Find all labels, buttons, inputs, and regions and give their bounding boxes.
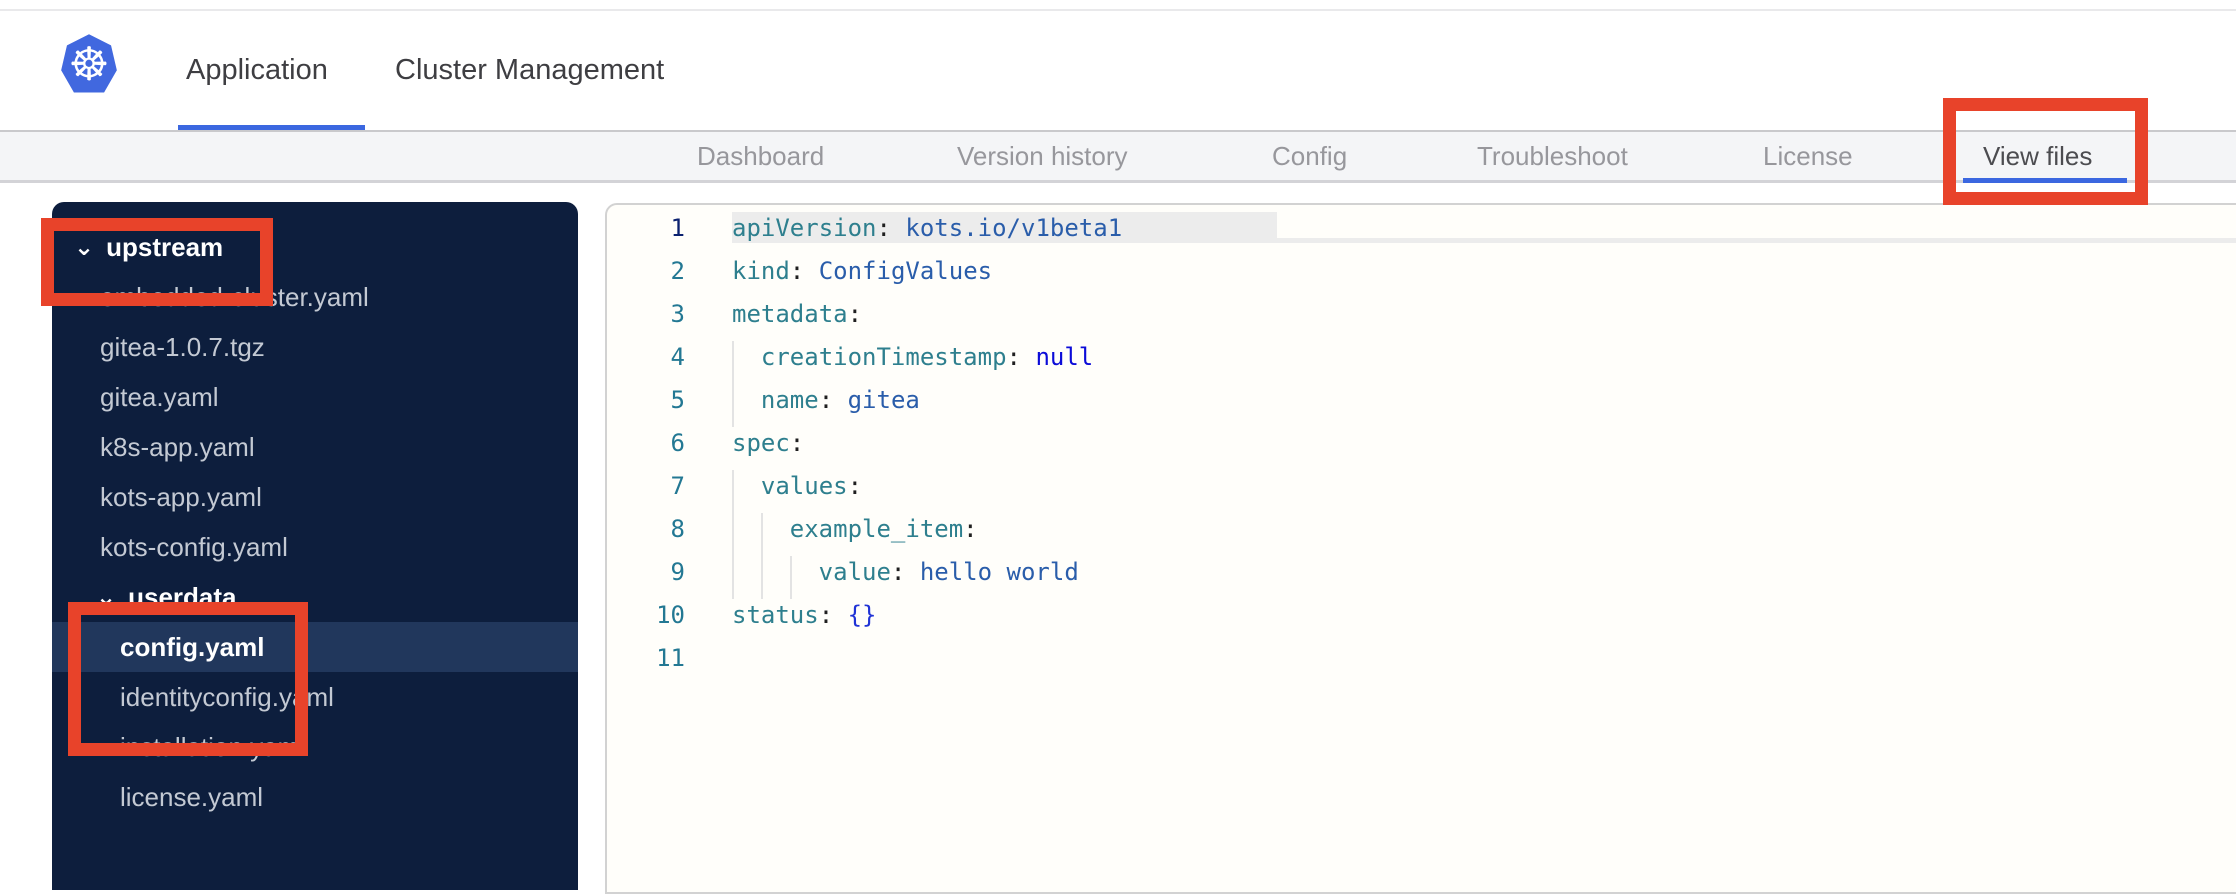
kubernetes-logo: ☸	[61, 34, 117, 93]
code-line-10[interactable]: 10 status: {}	[607, 599, 2236, 642]
line-number: 10	[656, 601, 685, 629]
header-tab-application[interactable]: Application	[178, 11, 365, 130]
file-label: gitea-1.0.7.tgz	[100, 331, 265, 362]
yaml-editor[interactable]: 1 apiVersion: kots.io/v1beta1 2 kind: Confi…	[605, 203, 2236, 894]
code-text: values:	[732, 470, 862, 513]
line-number: 4	[670, 343, 685, 371]
code-line-6[interactable]: 6 spec:	[607, 427, 2236, 470]
indent-guide	[760, 513, 790, 556]
line-number: 1	[670, 214, 685, 242]
app-header: ☸ Application Cluster Management	[0, 11, 2236, 132]
subnav-tab-license[interactable]: License	[1763, 132, 1853, 180]
code-text: spec:	[732, 429, 805, 457]
line-number: 11	[656, 644, 685, 672]
indent-guide	[732, 384, 761, 427]
line-number: 3	[670, 300, 685, 328]
code-line-9[interactable]: 9 value: hello world	[607, 556, 2236, 599]
tree-item-embedded-cluster.yaml[interactable]: embedded-cluster.yaml	[52, 272, 578, 322]
kubernetes-wheel-icon: ☸	[68, 37, 110, 91]
code-line-8[interactable]: 8 example_item:	[607, 513, 2236, 556]
line-number: 5	[670, 386, 685, 414]
chevron-down-icon: ⌄	[74, 233, 95, 261]
subnav-tab-troubleshoot[interactable]: Troubleshoot	[1477, 132, 1628, 180]
subnav-tab-config[interactable]: Config	[1272, 132, 1347, 180]
tree-item-upstream[interactable]: ⌄ upstream	[52, 222, 578, 272]
file-label: identityconfig.yaml	[120, 681, 334, 712]
tree-item-gitea.yaml[interactable]: gitea.yaml	[52, 372, 578, 422]
folder-label: userdata	[128, 581, 237, 612]
indent-guide	[760, 556, 790, 599]
line-number: 6	[670, 429, 685, 457]
tree-item-kots-config.yaml[interactable]: kots-config.yaml	[52, 522, 578, 572]
line-number: 8	[670, 515, 685, 543]
tree-item-identityconfig.yaml[interactable]: identityconfig.yaml	[52, 672, 578, 722]
line-number: 7	[670, 472, 685, 500]
file-label: config.yaml	[120, 631, 265, 662]
file-label: kots-app.yaml	[100, 481, 262, 512]
tree-item-installation.yaml[interactable]: installation.yaml	[52, 722, 578, 772]
tree-item-kots-app.yaml[interactable]: kots-app.yaml	[52, 472, 578, 522]
tree-item-license.yaml[interactable]: license.yaml	[52, 772, 578, 822]
file-label: k8s-app.yaml	[100, 431, 255, 462]
code-line-11[interactable]: 11	[607, 642, 2236, 685]
file-label: license.yaml	[120, 781, 264, 812]
subnav-tab-dashboard[interactable]: Dashboard	[697, 132, 824, 180]
file-label: embedded-cluster.yaml	[100, 281, 369, 312]
code-line-4[interactable]: 4 creationTimestamp: null	[607, 341, 2236, 384]
code-text: status: {}	[732, 601, 877, 629]
indent-guide	[732, 341, 761, 384]
subnav-tab-view-files[interactable]: View files	[1962, 132, 2128, 183]
folder-label: upstream	[106, 231, 224, 262]
tree-item-userdata[interactable]: ⌄ userdata	[52, 572, 578, 622]
code-text: name: gitea	[732, 384, 920, 427]
file-tree-sidebar: ⌄ upstream embedded-cluster.yaml gitea-1.0.…	[52, 202, 578, 890]
tree-item-gitea-1.0.7.tgz[interactable]: gitea-1.0.7.tgz	[52, 322, 578, 372]
code-line-2[interactable]: 2 kind: ConfigValues	[607, 255, 2236, 298]
code-line-5[interactable]: 5 name: gitea	[607, 384, 2236, 427]
code-text: apiVersion: kots.io/v1beta1	[732, 214, 1123, 242]
code-line-1[interactable]: 1 apiVersion: kots.io/v1beta1	[607, 212, 2236, 255]
indent-guide	[732, 470, 761, 513]
code-text: creationTimestamp: null	[732, 341, 1093, 384]
line-number: 9	[670, 558, 685, 586]
subnav: Dashboard Version history Config Troublesho…	[0, 132, 2236, 183]
header-tab-cluster-management[interactable]: Cluster Management	[395, 11, 664, 130]
file-label: installation.yaml	[120, 731, 305, 762]
code-line-3[interactable]: 3 metadata:	[607, 298, 2236, 341]
line-number: 2	[670, 257, 685, 285]
subnav-tab-version-history[interactable]: Version history	[957, 132, 1128, 180]
indent-guide	[732, 513, 761, 556]
file-label: kots-config.yaml	[100, 531, 288, 562]
indent-guide	[732, 556, 761, 599]
code-text: kind: ConfigValues	[732, 257, 993, 285]
code-text: metadata:	[732, 300, 863, 328]
tree-item-k8s-app.yaml[interactable]: k8s-app.yaml	[52, 422, 578, 472]
indent-guide	[789, 556, 819, 599]
chevron-down-icon: ⌄	[96, 583, 117, 611]
file-label: gitea.yaml	[100, 381, 219, 412]
code-text: example_item:	[732, 513, 978, 556]
tree-item-config.yaml[interactable]: config.yaml	[52, 622, 578, 672]
code-text: value: hello world	[732, 556, 1079, 599]
code-line-7[interactable]: 7 values:	[607, 470, 2236, 513]
